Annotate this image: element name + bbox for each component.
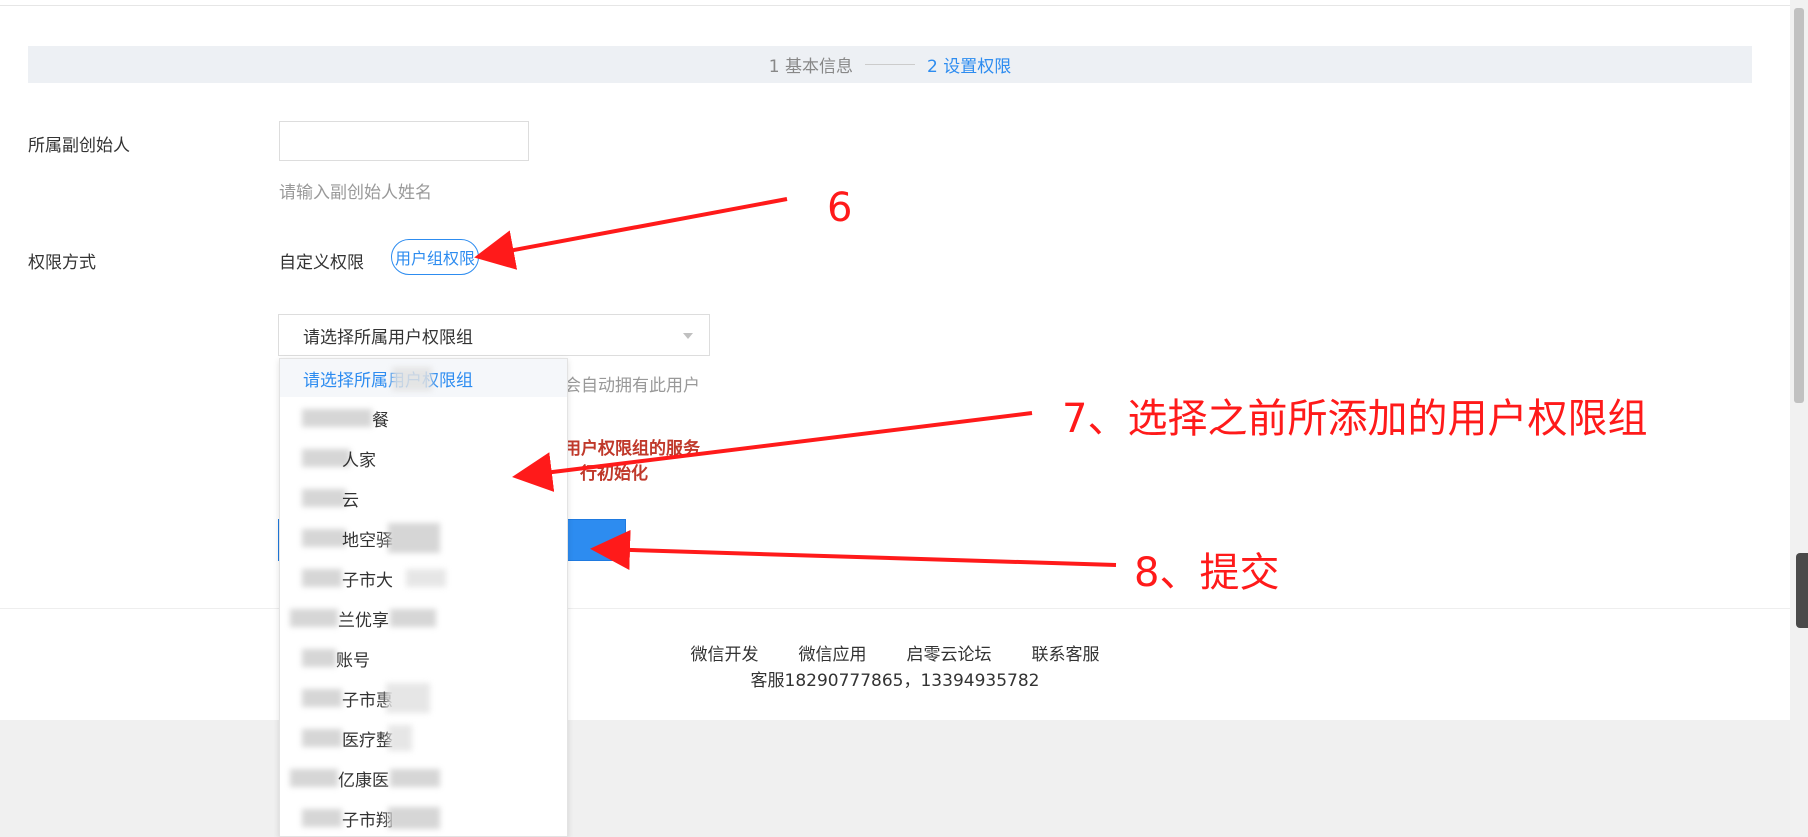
dropdown-item[interactable]: 餐 — [280, 399, 567, 437]
dropdown-item[interactable]: 子市翔 — [280, 799, 567, 836]
option-group-permission[interactable]: 用户组权限 — [391, 239, 479, 275]
dropdown-item[interactable]: 人家 — [280, 439, 567, 477]
chevron-down-icon — [683, 333, 693, 339]
redaction-blur — [302, 569, 342, 587]
redaction-blur — [388, 523, 440, 553]
footer-phone: 客服18290777865，13394935782 — [750, 671, 1040, 691]
dropdown-item-label: 请选择所属用户权限组 — [303, 370, 473, 391]
redaction-blur — [302, 649, 336, 667]
dropdown-item[interactable]: 请选择所属用户权限组 — [280, 359, 567, 397]
redaction-blur — [392, 367, 432, 391]
redaction-blur — [290, 609, 338, 627]
dropdown-item-label: 医疗整 — [342, 730, 393, 751]
dropdown-item[interactable]: 账号 — [280, 639, 567, 677]
dropdown-item-label: 亿康医 — [338, 770, 389, 791]
permission-mode-label: 权限方式 — [28, 253, 96, 273]
page-scrollbar[interactable] — [1790, 0, 1808, 835]
option-custom-permission[interactable]: 自定义权限 — [279, 248, 364, 273]
dropdown-item-label: 账号 — [336, 650, 370, 671]
redaction-blur — [290, 769, 338, 787]
dropdown-item-label: 地空驿 — [342, 530, 393, 551]
footer-link-forum[interactable]: 启零云论坛 — [907, 640, 992, 665]
footer-links: 微信开发 微信应用 启零云论坛 联系客服 — [0, 640, 1790, 665]
warning-line-1: 用户权限组的服务 — [564, 439, 700, 459]
redaction-blur — [388, 725, 412, 751]
warning-line-2: 行初始化 — [580, 464, 648, 484]
step-set-permission[interactable]: 2 设置权限 — [927, 52, 1011, 77]
redaction-blur — [302, 529, 346, 547]
cofounder-hint: 请输入副创始人姓名 — [279, 183, 432, 203]
group-dropdown: 请选择所属用户权限组 餐 人家 云 地空驿 子市大 兰优享 账号 子市惠 医疗整 — [279, 358, 568, 837]
redaction-blur — [386, 683, 430, 713]
redaction-blur — [390, 609, 436, 627]
side-widget-tab[interactable] — [1796, 553, 1808, 628]
dropdown-item[interactable]: 子市惠 — [280, 679, 567, 717]
dropdown-item[interactable]: 亿康医 — [280, 759, 567, 797]
dropdown-item-label: 兰优享 — [338, 610, 389, 631]
redaction-blur — [302, 409, 372, 427]
redaction-blur — [302, 489, 346, 507]
redaction-blur — [388, 807, 440, 829]
cofounder-input[interactable] — [279, 121, 529, 161]
redaction-blur — [406, 569, 446, 587]
page-body: 1 基本信息 2 设置权限 所属副创始人 请输入副创始人姓名 权限方式 自定义权… — [0, 0, 1790, 720]
redaction-blur — [302, 689, 342, 707]
step-indicator: 1 基本信息 2 设置权限 — [28, 46, 1752, 83]
dropdown-item[interactable]: 兰优享 — [280, 599, 567, 637]
dropdown-item[interactable]: 地空驿 — [280, 519, 567, 557]
dropdown-item-label: 人家 — [342, 450, 376, 471]
dropdown-item-label: 子市大 — [342, 570, 393, 591]
dropdown-item[interactable]: 医疗整 — [280, 719, 567, 757]
footer-divider — [0, 608, 1790, 609]
scrollbar-thumb[interactable] — [1794, 8, 1804, 403]
redaction-blur — [302, 809, 342, 827]
footer-link-wechat-apps[interactable]: 微信应用 — [799, 640, 867, 665]
group-select[interactable]: 请选择所属用户权限组 — [278, 314, 710, 356]
redaction-blur — [302, 729, 342, 747]
step-basic-info[interactable]: 1 基本信息 — [769, 52, 853, 77]
step-connector — [865, 64, 915, 65]
footer-link-support[interactable]: 联系客服 — [1032, 640, 1100, 665]
dropdown-item[interactable]: 云 — [280, 479, 567, 517]
top-divider — [0, 5, 1790, 6]
dropdown-item-label: 云 — [342, 490, 359, 511]
dropdown-item-label: 餐 — [372, 410, 389, 431]
group-hint: 会自动拥有此用户 — [564, 376, 700, 396]
dropdown-item[interactable]: 子市大 — [280, 559, 567, 597]
redaction-blur — [390, 769, 440, 787]
dropdown-item-label: 子市翔 — [342, 810, 393, 831]
group-select-value: 请选择所属用户权限组 — [303, 327, 473, 348]
footer-link-wechat-dev[interactable]: 微信开发 — [691, 640, 759, 665]
cofounder-label: 所属副创始人 — [28, 136, 130, 156]
